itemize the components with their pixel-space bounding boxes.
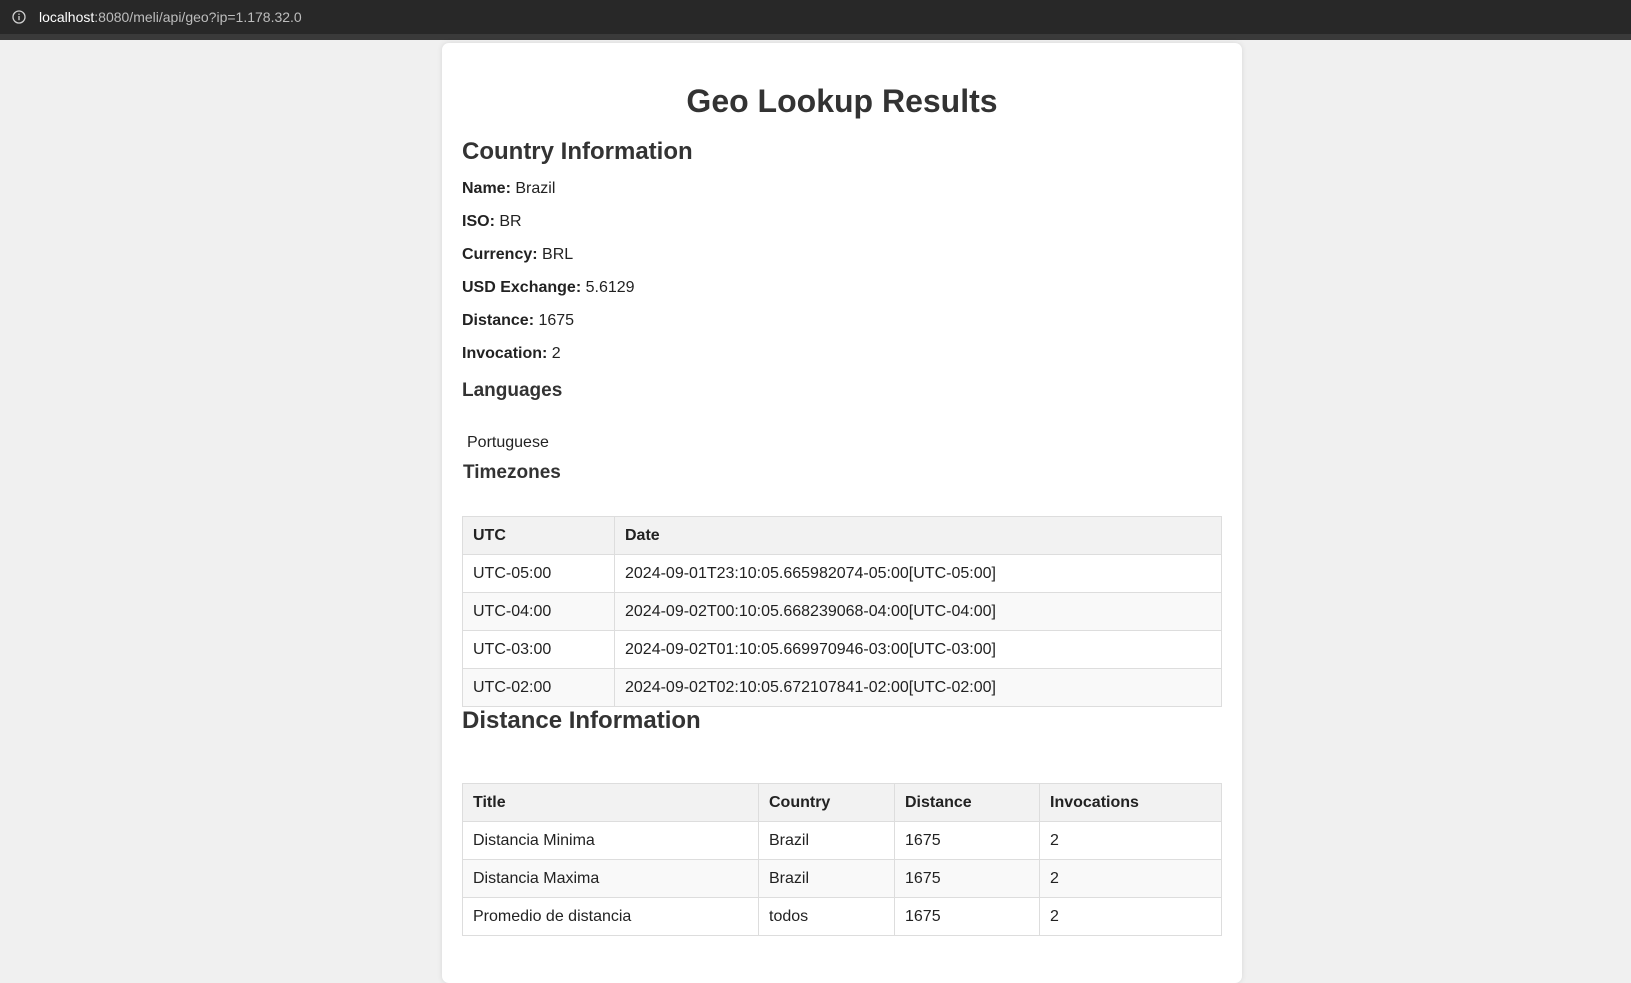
table-cell: 2024-09-01T23:10:05.665982074-05:00[UTC-… (614, 554, 1222, 593)
table-cell: 1675 (894, 897, 1040, 936)
column-header: Distance (894, 783, 1040, 822)
table-row: UTC-04:00 2024-09-02T00:10:05.668239068-… (462, 592, 1222, 631)
field-currency: Currency: BRL (462, 246, 573, 264)
table-cell: UTC-04:00 (462, 592, 615, 631)
table-cell: 2024-09-02T01:10:05.669970946-03:00[UTC-… (614, 630, 1222, 669)
table-cell: 2 (1039, 897, 1222, 936)
toolbar-divider (0, 34, 1631, 40)
field-label: Currency: (462, 246, 538, 263)
column-header: UTC (462, 516, 615, 555)
languages-heading: Languages (462, 380, 563, 401)
distance-heading: Distance Information (462, 707, 701, 734)
field-invocation: Invocation: 2 (462, 345, 561, 363)
table-row: Promedio de distancia todos 1675 2 (462, 897, 1222, 936)
language-item: Portuguese (467, 434, 549, 451)
field-usd-exchange: USD Exchange: 5.6129 (462, 279, 635, 297)
field-label: Distance: (462, 312, 535, 329)
browser-address-bar[interactable]: localhost:8080/meli/api/geo?ip=1.178.32.… (0, 0, 1631, 34)
column-header: Date (614, 516, 1222, 555)
column-header: Title (462, 783, 759, 822)
table-row: Distancia Minima Brazil 1675 2 (462, 821, 1222, 860)
results-card: Geo Lookup Results Country Information N… (442, 43, 1242, 983)
field-value: 2 (551, 345, 561, 362)
table-cell: todos (758, 897, 895, 936)
field-label: ISO: (462, 213, 495, 230)
field-label: USD Exchange: (462, 279, 582, 296)
table-row: UTC-03:00 2024-09-02T01:10:05.669970946-… (462, 630, 1222, 669)
field-value: 1675 (538, 312, 575, 329)
field-distance: Distance: 1675 (462, 312, 574, 330)
table-cell: 2 (1039, 859, 1222, 898)
table-row: UTC-05:00 2024-09-01T23:10:05.665982074-… (462, 554, 1222, 593)
country-heading: Country Information (462, 138, 693, 165)
table-cell: Brazil (758, 821, 895, 860)
field-value: Brazil (515, 180, 556, 197)
table-cell: 2 (1039, 821, 1222, 860)
table-header-row: UTC Date (462, 516, 1222, 555)
field-label: Name: (462, 180, 511, 197)
field-iso: ISO: BR (462, 213, 522, 231)
timezones-table: UTC Date UTC-05:00 2024-09-01T23:10:05.6… (462, 516, 1222, 707)
table-cell: Brazil (758, 859, 895, 898)
page-title: Geo Lookup Results (686, 83, 998, 119)
url-text[interactable]: localhost:8080/meli/api/geo?ip=1.178.32.… (39, 9, 302, 25)
url-path: :8080/meli/api/geo?ip=1.178.32.0 (94, 9, 302, 25)
timezones-heading: Timezones (463, 462, 561, 483)
url-host: localhost (39, 9, 95, 25)
table-cell: 2024-09-02T00:10:05.668239068-04:00[UTC-… (614, 592, 1222, 631)
table-cell: UTC-03:00 (462, 630, 615, 669)
field-value: BR (499, 213, 522, 230)
field-value: BRL (542, 246, 574, 263)
table-cell: UTC-02:00 (462, 668, 615, 707)
distance-table: Title Country Distance Invocations Dista… (462, 783, 1222, 936)
table-cell: 1675 (894, 821, 1040, 860)
table-row: Distancia Maxima Brazil 1675 2 (462, 859, 1222, 898)
column-header: Country (758, 783, 895, 822)
field-label: Invocation: (462, 345, 548, 362)
field-value: 5.6129 (585, 279, 635, 296)
table-cell: 2024-09-02T02:10:05.672107841-02:00[UTC-… (614, 668, 1222, 707)
table-cell: Distancia Maxima (462, 859, 759, 898)
field-name: Name: Brazil (462, 180, 555, 198)
table-cell: UTC-05:00 (462, 554, 615, 593)
site-info-icon[interactable] (11, 9, 27, 25)
table-header-row: Title Country Distance Invocations (462, 783, 1222, 822)
table-row: UTC-02:00 2024-09-02T02:10:05.672107841-… (462, 668, 1222, 707)
table-cell: Promedio de distancia (462, 897, 759, 936)
table-cell: 1675 (894, 859, 1040, 898)
column-header: Invocations (1039, 783, 1222, 822)
table-cell: Distancia Minima (462, 821, 759, 860)
